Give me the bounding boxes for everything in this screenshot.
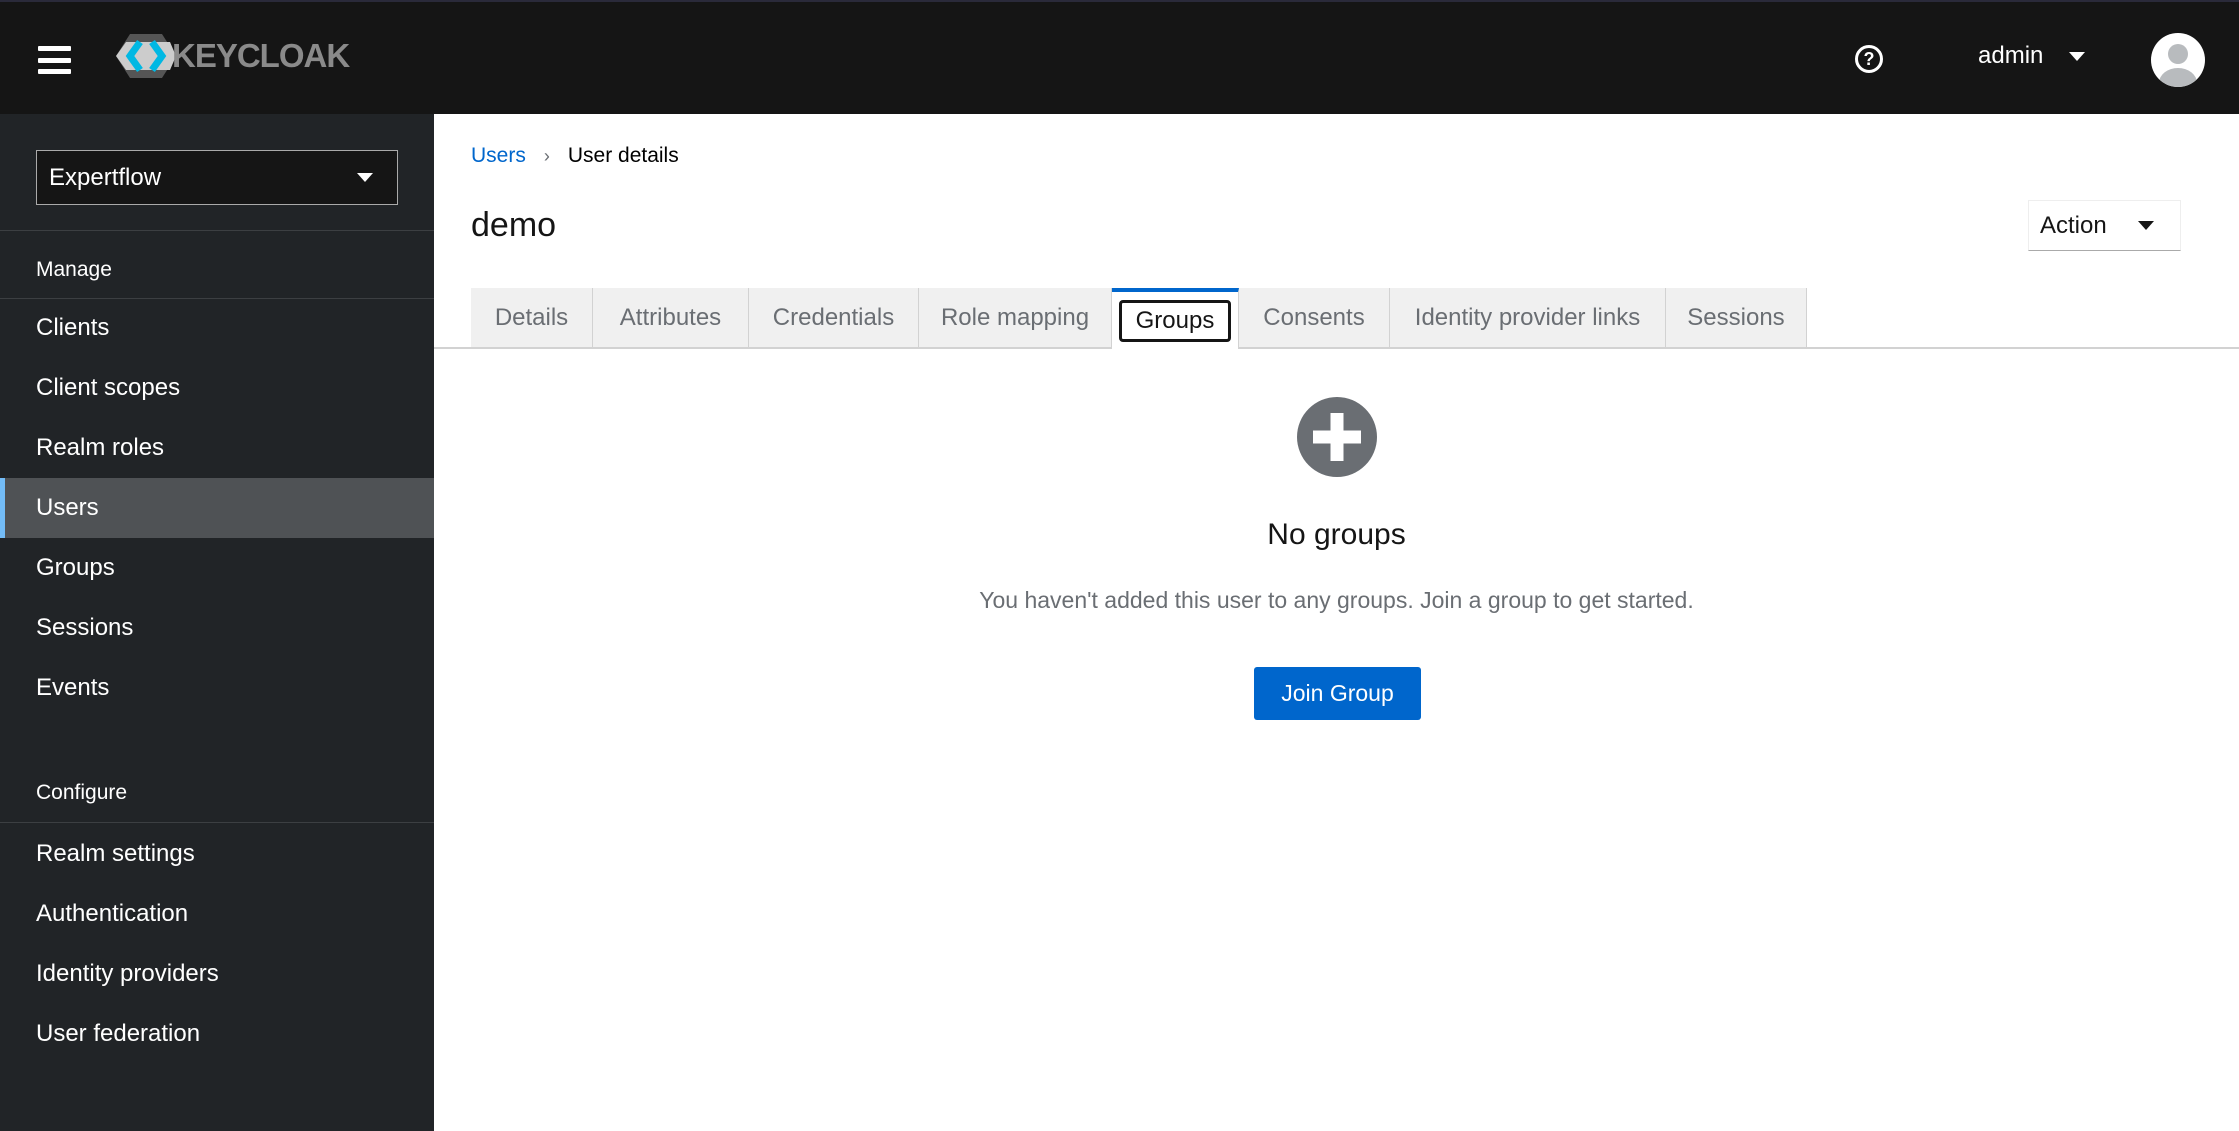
- sidebar-item-authentication[interactable]: Authentication: [0, 884, 434, 944]
- empty-state-title: No groups: [1267, 518, 1406, 551]
- username: admin: [1978, 42, 2044, 69]
- plus-circle-icon: [1297, 397, 1377, 477]
- tab-role-mapping[interactable]: Role mapping: [919, 288, 1112, 347]
- chevron-right-icon: ›: [543, 145, 550, 166]
- join-group-button[interactable]: Join Group: [1254, 667, 1421, 720]
- sidebar-item-groups[interactable]: Groups: [0, 538, 434, 598]
- tab-groups[interactable]: Groups: [1112, 288, 1239, 349]
- page-title: demo: [471, 206, 557, 244]
- tab-sessions[interactable]: Sessions: [1666, 288, 1807, 347]
- avatar[interactable]: [2151, 33, 2205, 87]
- action-dropdown[interactable]: Action: [2028, 200, 2181, 251]
- tab-consents[interactable]: Consents: [1239, 288, 1390, 347]
- sidebar: Expertflow Manage Clients Client scopes …: [0, 114, 434, 1131]
- breadcrumb: Users › User details: [471, 144, 679, 168]
- tab-details[interactable]: Details: [471, 288, 593, 347]
- breadcrumb-users-link[interactable]: Users: [471, 144, 526, 168]
- divider: [0, 230, 434, 231]
- hamburger-menu-icon[interactable]: [38, 46, 71, 74]
- tabs: Details Attributes Credentials Role mapp…: [471, 288, 1807, 349]
- empty-state-description: You haven't added this user to any group…: [979, 587, 1694, 613]
- realm-name: Expertflow: [49, 163, 162, 191]
- tabs-border: [434, 347, 2239, 349]
- user-dropdown[interactable]: admin: [1978, 42, 2086, 70]
- masthead: KEYCLOAK ? admin: [0, 0, 2239, 114]
- divider: [0, 822, 434, 823]
- action-label: Action: [2040, 211, 2107, 239]
- tab-attributes[interactable]: Attributes: [593, 288, 749, 347]
- sidebar-item-user-federation[interactable]: User federation: [0, 1004, 434, 1064]
- keycloak-logo[interactable]: KEYCLOAK: [114, 32, 350, 80]
- logo-text: KEYCLOAK: [172, 37, 350, 74]
- breadcrumb-current: User details: [567, 144, 679, 167]
- sidebar-item-client-scopes[interactable]: Client scopes: [0, 358, 434, 418]
- caret-down-icon: [357, 173, 373, 182]
- tab-credentials[interactable]: Credentials: [749, 288, 919, 347]
- sidebar-item-identity-providers[interactable]: Identity providers: [0, 944, 434, 1004]
- caret-down-icon: [2069, 51, 2086, 61]
- question-circle-icon[interactable]: ?: [1855, 45, 1883, 73]
- keycloak-hexagon-icon: [116, 34, 176, 78]
- sidebar-item-events[interactable]: Events: [0, 658, 434, 718]
- sidebar-item-users[interactable]: Users: [0, 478, 434, 538]
- caret-down-icon: [2138, 221, 2154, 230]
- sidebar-item-clients[interactable]: Clients: [0, 298, 434, 358]
- realm-selector[interactable]: Expertflow: [36, 150, 398, 205]
- sidebar-item-realm-settings[interactable]: Realm settings: [0, 824, 434, 884]
- sidebar-item-sessions[interactable]: Sessions: [0, 598, 434, 658]
- section-manage: Manage: [36, 258, 112, 281]
- tab-identity-provider-links[interactable]: Identity provider links: [1390, 288, 1666, 347]
- sidebar-item-realm-roles[interactable]: Realm roles: [0, 418, 434, 478]
- section-configure: Configure: [36, 781, 128, 804]
